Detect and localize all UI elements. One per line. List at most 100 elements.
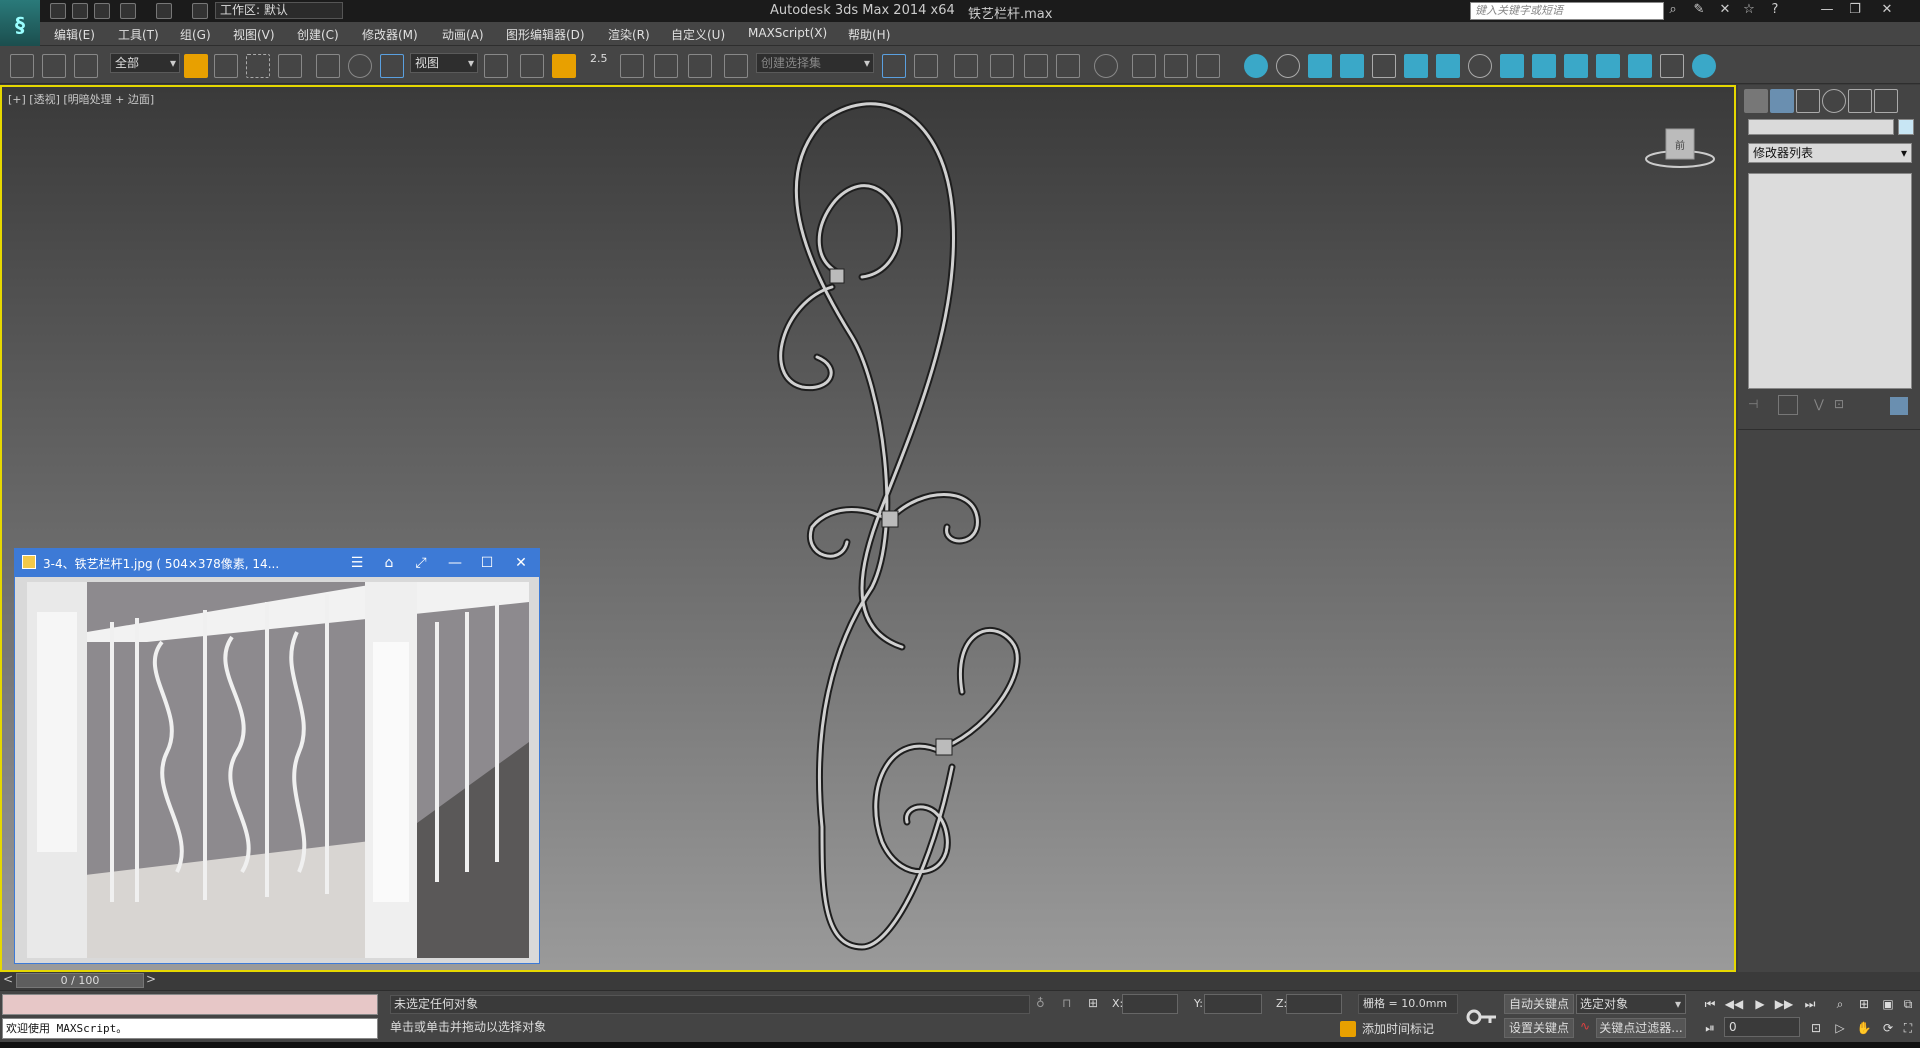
modifier-list-select[interactable]: 修改器列表: [1748, 143, 1912, 163]
field-of-view-icon[interactable]: ▷: [1830, 1019, 1850, 1037]
go-to-start-icon[interactable]: ⏮: [1700, 995, 1720, 1013]
new-file-icon[interactable]: [50, 3, 66, 19]
menu-modifiers[interactable]: 修改器(M): [362, 26, 418, 43]
time-tag-icon[interactable]: [1340, 1021, 1356, 1037]
maximize-icon[interactable]: ☐: [475, 552, 499, 574]
select-manipulate-icon[interactable]: [520, 54, 544, 78]
move-icon[interactable]: [316, 54, 340, 78]
grid-object-icon[interactable]: [1532, 54, 1556, 78]
close-icon[interactable]: ✕: [509, 552, 533, 574]
z-coordinate-input[interactable]: [1286, 994, 1342, 1014]
snap-toggle[interactable]: 2.5: [590, 52, 608, 65]
application-button[interactable]: §: [0, 0, 40, 50]
favorites-icon[interactable]: ☆: [1736, 1, 1762, 19]
modifier-stack[interactable]: [1748, 173, 1912, 389]
previous-frame-icon[interactable]: ◀◀: [1724, 995, 1744, 1013]
zoom-extents-icon[interactable]: ▣: [1878, 995, 1898, 1013]
zoom-extents-all-icon[interactable]: ⧉: [1898, 995, 1918, 1013]
minimize-icon[interactable]: —: [443, 552, 467, 574]
spinner-snap-icon[interactable]: [688, 54, 712, 78]
maximize-viewport-icon[interactable]: ⛶: [1898, 1019, 1918, 1037]
next-frame-icon[interactable]: ▶▶: [1774, 995, 1794, 1013]
modify-tab-icon[interactable]: [1770, 89, 1794, 113]
render-production-icon[interactable]: [1196, 54, 1220, 78]
help-icon[interactable]: ?: [1762, 1, 1788, 19]
menu-icon[interactable]: ☰: [345, 552, 369, 574]
graphite-ribbon-icon[interactable]: [990, 54, 1014, 78]
rectangular-selection-icon[interactable]: [246, 54, 270, 78]
exchange-icon[interactable]: ✕: [1712, 1, 1738, 19]
fullscreen-icon[interactable]: ⤢: [409, 552, 433, 574]
sun-icon[interactable]: [1276, 54, 1300, 78]
hierarchy-tab-icon[interactable]: [1796, 89, 1820, 113]
utilities-tab-icon[interactable]: [1874, 89, 1898, 113]
set-key-button[interactable]: 设置关键点: [1504, 1018, 1574, 1038]
select-by-name-icon[interactable]: [214, 54, 238, 78]
time-configuration-icon[interactable]: ⊡: [1806, 1019, 1826, 1037]
edit-named-selection-icon[interactable]: [724, 54, 748, 78]
percent-snap-icon[interactable]: [654, 54, 678, 78]
curve-editor-icon[interactable]: [1024, 54, 1048, 78]
redo-icon[interactable]: [156, 3, 172, 19]
go-to-end-icon[interactable]: ⏭: [1800, 995, 1820, 1013]
keyboard-shortcut-override-icon[interactable]: [552, 54, 576, 78]
menu-customize[interactable]: 自定义(U): [671, 26, 725, 43]
selection-lock-icon[interactable]: ⊓: [1062, 996, 1071, 1010]
play-icon[interactable]: ▶: [1750, 995, 1770, 1013]
open-file-icon[interactable]: [72, 3, 88, 19]
material-editor-icon[interactable]: [1094, 54, 1118, 78]
show-end-result-icon[interactable]: [1778, 395, 1798, 415]
minimize-icon[interactable]: —: [1814, 1, 1840, 19]
project-folder-icon[interactable]: [192, 3, 208, 19]
image-viewer-window[interactable]: 3-4、铁艺栏杆1.jpg ( 504×378像素, 14... ☰ ⌂ ⤢ —…: [14, 548, 540, 964]
scale-icon[interactable]: [380, 54, 404, 78]
menu-group[interactable]: 组(G): [180, 26, 211, 43]
display-tab-icon[interactable]: [1848, 89, 1872, 113]
orbit-icon[interactable]: ⟳: [1878, 1019, 1898, 1037]
menu-rendering[interactable]: 渲染(R): [608, 26, 650, 43]
select-object-icon[interactable]: [184, 54, 208, 78]
panel-icon[interactable]: [1628, 54, 1652, 78]
bottle-icon[interactable]: [1436, 54, 1460, 78]
bind-space-warp-icon[interactable]: [74, 54, 98, 78]
object-name-input[interactable]: [1748, 119, 1894, 135]
link-icon[interactable]: [10, 54, 34, 78]
save-file-icon[interactable]: [94, 3, 110, 19]
maxscript-listener-output[interactable]: [2, 994, 378, 1015]
named-selection-select[interactable]: 创建选择集: [756, 53, 874, 73]
tree-icon[interactable]: [1404, 54, 1428, 78]
skin-icon[interactable]: ⌂: [377, 552, 401, 574]
reference-coordinate-select[interactable]: 视图: [410, 53, 478, 73]
rendered-frame-window-icon[interactable]: [1164, 54, 1188, 78]
menu-create[interactable]: 创建(C): [297, 26, 339, 43]
key-filters-button[interactable]: 关键点过滤器...: [1596, 1018, 1686, 1038]
menu-help[interactable]: 帮助(H): [848, 26, 890, 43]
current-frame-input[interactable]: 0: [1724, 1017, 1800, 1037]
close-icon[interactable]: ✕: [1874, 1, 1900, 19]
film-icon[interactable]: [1564, 54, 1588, 78]
zoom-all-icon[interactable]: ⊞: [1854, 995, 1874, 1013]
menu-animation[interactable]: 动画(A): [442, 26, 484, 43]
mirror-icon[interactable]: [882, 54, 906, 78]
key-icon[interactable]: [1462, 997, 1502, 1037]
motion-tab-icon[interactable]: [1822, 89, 1846, 113]
menu-views[interactable]: 视图(V): [233, 26, 275, 43]
remove-modifier-icon[interactable]: ⊡: [1834, 397, 1850, 413]
layer-manager-icon[interactable]: [954, 54, 978, 78]
key-mode-toggle-icon[interactable]: ⏯: [1700, 1019, 1720, 1037]
window-crossing-icon[interactable]: [278, 54, 302, 78]
menu-graph-editors[interactable]: 图形编辑器(D): [506, 26, 585, 43]
y-coordinate-input[interactable]: [1204, 994, 1262, 1014]
camera-icon[interactable]: [1308, 54, 1332, 78]
menu-tools[interactable]: 工具(T): [118, 26, 159, 43]
time-slider-thumb[interactable]: 0 / 100: [16, 973, 144, 988]
make-unique-icon[interactable]: ⋁: [1814, 397, 1830, 413]
isolate-bulb-icon[interactable]: ♁: [1036, 996, 1045, 1010]
render-setup-icon[interactable]: [1132, 54, 1156, 78]
undo-icon[interactable]: [120, 3, 136, 19]
selection-filter-select[interactable]: 全部: [110, 53, 180, 73]
menu-edit[interactable]: 编辑(E): [54, 26, 95, 43]
create-tab-icon[interactable]: [1744, 89, 1768, 113]
object-color-swatch[interactable]: [1898, 119, 1914, 135]
pan-icon[interactable]: ✋: [1854, 1019, 1874, 1037]
